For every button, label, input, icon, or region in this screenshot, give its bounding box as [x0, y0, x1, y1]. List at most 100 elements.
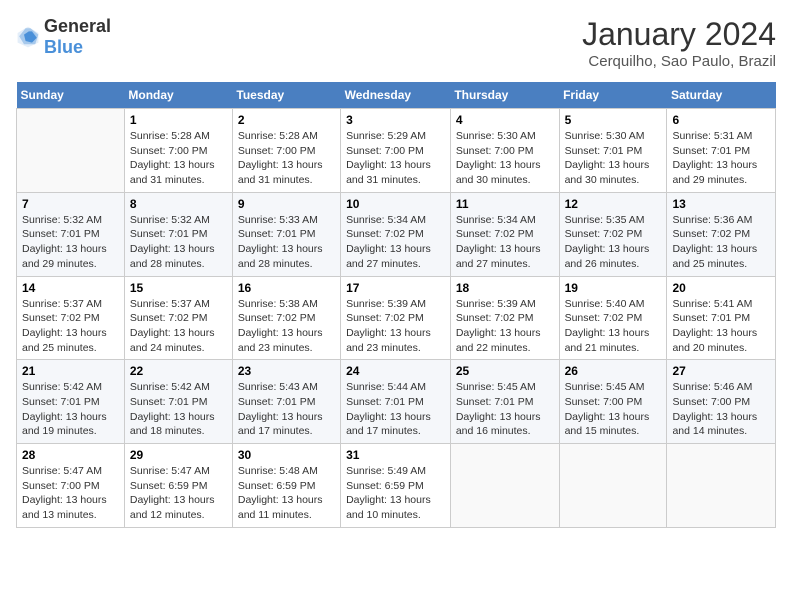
- column-header-saturday: Saturday: [667, 82, 776, 109]
- week-row-5: 28 Sunrise: 5:47 AMSunset: 7:00 PMDayligh…: [17, 444, 776, 528]
- day-info: Sunrise: 5:34 AMSunset: 7:02 PMDaylight:…: [456, 213, 554, 272]
- day-info: Sunrise: 5:39 AMSunset: 7:02 PMDaylight:…: [456, 297, 554, 356]
- day-info: Sunrise: 5:30 AMSunset: 7:01 PMDaylight:…: [565, 129, 662, 188]
- day-number: 17: [346, 281, 445, 295]
- day-number: 22: [130, 364, 227, 378]
- day-number: 8: [130, 197, 227, 211]
- day-cell: [667, 444, 776, 528]
- day-cell: 20 Sunrise: 5:41 AMSunset: 7:01 PMDayligh…: [667, 276, 776, 360]
- logo: General Blue: [16, 16, 111, 58]
- column-header-monday: Monday: [124, 82, 232, 109]
- day-info: Sunrise: 5:38 AMSunset: 7:02 PMDaylight:…: [238, 297, 335, 356]
- day-cell: 31 Sunrise: 5:49 AMSunset: 6:59 PMDayligh…: [341, 444, 451, 528]
- day-number: 10: [346, 197, 445, 211]
- day-info: Sunrise: 5:41 AMSunset: 7:01 PMDaylight:…: [672, 297, 770, 356]
- day-info: Sunrise: 5:43 AMSunset: 7:01 PMDaylight:…: [238, 380, 335, 439]
- calendar-header-row: SundayMondayTuesdayWednesdayThursdayFrid…: [17, 82, 776, 109]
- day-cell: 15 Sunrise: 5:37 AMSunset: 7:02 PMDayligh…: [124, 276, 232, 360]
- day-info: Sunrise: 5:28 AMSunset: 7:00 PMDaylight:…: [130, 129, 227, 188]
- column-header-friday: Friday: [559, 82, 667, 109]
- day-cell: 22 Sunrise: 5:42 AMSunset: 7:01 PMDayligh…: [124, 360, 232, 444]
- day-number: 6: [672, 113, 770, 127]
- day-info: Sunrise: 5:37 AMSunset: 7:02 PMDaylight:…: [130, 297, 227, 356]
- day-cell: 18 Sunrise: 5:39 AMSunset: 7:02 PMDayligh…: [450, 276, 559, 360]
- day-number: 27: [672, 364, 770, 378]
- logo-general-text: General: [44, 16, 111, 36]
- day-info: Sunrise: 5:40 AMSunset: 7:02 PMDaylight:…: [565, 297, 662, 356]
- title-block: January 2024 Cerquilho, Sao Paulo, Brazi…: [582, 16, 776, 70]
- day-info: Sunrise: 5:35 AMSunset: 7:02 PMDaylight:…: [565, 213, 662, 272]
- day-cell: [450, 444, 559, 528]
- day-info: Sunrise: 5:36 AMSunset: 7:02 PMDaylight:…: [672, 213, 770, 272]
- day-cell: 28 Sunrise: 5:47 AMSunset: 7:00 PMDayligh…: [17, 444, 125, 528]
- day-info: Sunrise: 5:29 AMSunset: 7:00 PMDaylight:…: [346, 129, 445, 188]
- day-info: Sunrise: 5:30 AMSunset: 7:00 PMDaylight:…: [456, 129, 554, 188]
- day-cell: 26 Sunrise: 5:45 AMSunset: 7:00 PMDayligh…: [559, 360, 667, 444]
- day-cell: 19 Sunrise: 5:40 AMSunset: 7:02 PMDayligh…: [559, 276, 667, 360]
- day-cell: 8 Sunrise: 5:32 AMSunset: 7:01 PMDaylight…: [124, 192, 232, 276]
- day-cell: 21Sunrise: 5:42 AMSunset: 7:01 PMDayligh…: [17, 360, 125, 444]
- logo-blue-text: Blue: [44, 37, 83, 57]
- day-info: Sunrise: 5:32 AMSunset: 7:01 PMDaylight:…: [130, 213, 227, 272]
- day-info: Sunrise: 5:37 AMSunset: 7:02 PMDaylight:…: [22, 297, 119, 356]
- day-number: 5: [565, 113, 662, 127]
- day-number: 26: [565, 364, 662, 378]
- day-number: 29: [130, 448, 227, 462]
- day-info: Sunrise: 5:39 AMSunset: 7:02 PMDaylight:…: [346, 297, 445, 356]
- day-info: Sunrise: 5:45 AMSunset: 7:01 PMDaylight:…: [456, 380, 554, 439]
- day-cell: 14 Sunrise: 5:37 AMSunset: 7:02 PMDayligh…: [17, 276, 125, 360]
- day-cell: 9Sunrise: 5:33 AMSunset: 7:01 PMDaylight…: [232, 192, 340, 276]
- day-cell: [17, 109, 125, 193]
- column-header-wednesday: Wednesday: [341, 82, 451, 109]
- page-subtitle: Cerquilho, Sao Paulo, Brazil: [582, 53, 776, 70]
- day-info: Sunrise: 5:47 AMSunset: 7:00 PMDaylight:…: [22, 464, 119, 523]
- day-info: Sunrise: 5:47 AMSunset: 6:59 PMDaylight:…: [130, 464, 227, 523]
- day-info: Sunrise: 5:49 AMSunset: 6:59 PMDaylight:…: [346, 464, 445, 523]
- day-info: Sunrise: 5:31 AMSunset: 7:01 PMDaylight:…: [672, 129, 770, 188]
- day-info: Sunrise: 5:46 AMSunset: 7:00 PMDaylight:…: [672, 380, 770, 439]
- day-cell: 13 Sunrise: 5:36 AMSunset: 7:02 PMDayligh…: [667, 192, 776, 276]
- day-cell: 1Sunrise: 5:28 AMSunset: 7:00 PMDaylight…: [124, 109, 232, 193]
- page-title: January 2024: [582, 16, 776, 53]
- column-header-sunday: Sunday: [17, 82, 125, 109]
- day-number: 20: [672, 281, 770, 295]
- column-header-tuesday: Tuesday: [232, 82, 340, 109]
- day-cell: 25Sunrise: 5:45 AMSunset: 7:01 PMDayligh…: [450, 360, 559, 444]
- day-number: 18: [456, 281, 554, 295]
- day-number: 7: [22, 197, 119, 211]
- day-number: 31: [346, 448, 445, 462]
- day-cell: 24Sunrise: 5:44 AMSunset: 7:01 PMDayligh…: [341, 360, 451, 444]
- day-cell: 5 Sunrise: 5:30 AMSunset: 7:01 PMDaylight…: [559, 109, 667, 193]
- column-header-thursday: Thursday: [450, 82, 559, 109]
- day-number: 28: [22, 448, 119, 462]
- day-cell: 7Sunrise: 5:32 AMSunset: 7:01 PMDaylight…: [17, 192, 125, 276]
- day-number: 16: [238, 281, 335, 295]
- week-row-2: 7 Sunrise: 5:32 AMSunset: 7:01 PMDaylight…: [17, 192, 776, 276]
- day-cell: 12 Sunrise: 5:35 AMSunset: 7:02 PMDayligh…: [559, 192, 667, 276]
- day-cell: 23Sunrise: 5:43 AMSunset: 7:01 PMDayligh…: [232, 360, 340, 444]
- day-number: 15: [130, 281, 227, 295]
- day-info: Sunrise: 5:45 AMSunset: 7:00 PMDaylight:…: [565, 380, 662, 439]
- day-number: 14: [22, 281, 119, 295]
- week-row-3: 14 Sunrise: 5:37 AMSunset: 7:02 PMDayligh…: [17, 276, 776, 360]
- day-number: 13: [672, 197, 770, 211]
- day-cell: 29 Sunrise: 5:47 AMSunset: 6:59 PMDayligh…: [124, 444, 232, 528]
- day-number: 30: [238, 448, 335, 462]
- day-info: Sunrise: 5:42 AMSunset: 7:01 PMDaylight:…: [130, 380, 227, 439]
- day-cell: [559, 444, 667, 528]
- day-cell: 2 Sunrise: 5:28 AMSunset: 7:00 PMDaylight…: [232, 109, 340, 193]
- day-cell: 27 Sunrise: 5:46 AMSunset: 7:00 PMDayligh…: [667, 360, 776, 444]
- day-info: Sunrise: 5:28 AMSunset: 7:00 PMDaylight:…: [238, 129, 335, 188]
- day-number: 19: [565, 281, 662, 295]
- day-info: Sunrise: 5:34 AMSunset: 7:02 PMDaylight:…: [346, 213, 445, 272]
- day-cell: 6 Sunrise: 5:31 AMSunset: 7:01 PMDaylight…: [667, 109, 776, 193]
- day-number: 21: [22, 364, 119, 378]
- day-number: 12: [565, 197, 662, 211]
- day-cell: 3Sunrise: 5:29 AMSunset: 7:00 PMDaylight…: [341, 109, 451, 193]
- logo-icon: [16, 25, 40, 49]
- calendar-table: SundayMondayTuesdayWednesdayThursdayFrid…: [16, 82, 776, 528]
- day-number: 2: [238, 113, 335, 127]
- day-number: 24: [346, 364, 445, 378]
- day-info: Sunrise: 5:33 AMSunset: 7:01 PMDaylight:…: [238, 213, 335, 272]
- day-cell: 4Sunrise: 5:30 AMSunset: 7:00 PMDaylight…: [450, 109, 559, 193]
